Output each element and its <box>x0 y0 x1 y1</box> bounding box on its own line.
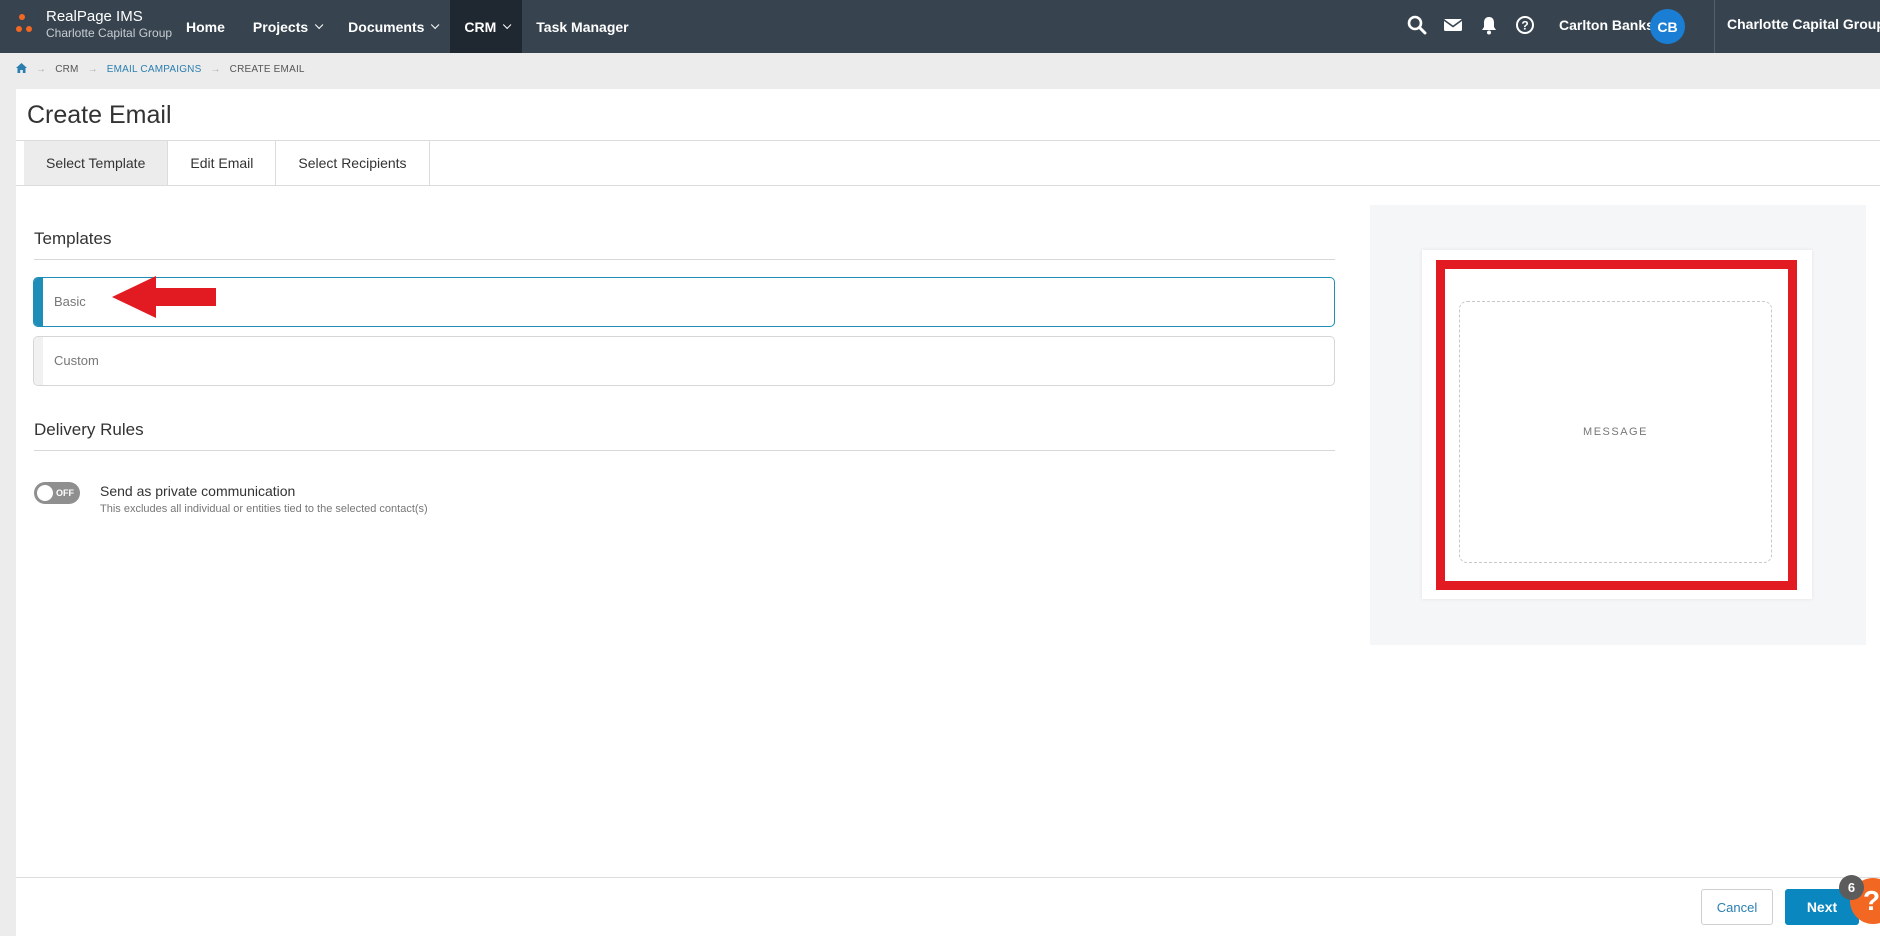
page-title: Create Email <box>27 101 172 129</box>
breadcrumb-separator-icon: → <box>210 64 221 75</box>
wizard-tabs: Select Template Edit Email Select Recipi… <box>24 141 430 185</box>
nav-crm[interactable]: CRM <box>450 0 523 53</box>
private-communication-toggle[interactable]: OFF <box>34 482 80 504</box>
brand-name: RealPage IMS <box>46 8 143 25</box>
content-panel: Create Email Select Template Edit Email … <box>16 89 1880 936</box>
breadcrumb-email-campaigns[interactable]: EMAIL CAMPAIGNS <box>107 64 202 75</box>
preview-message-label: MESSAGE <box>1583 426 1648 438</box>
selection-bar <box>34 278 43 326</box>
toggle-state: OFF <box>56 488 74 498</box>
help-badge: 6 <box>1839 875 1864 900</box>
nav-projects-label: Projects <box>252 18 309 35</box>
breadcrumb-separator-icon: → <box>36 64 47 75</box>
nav-crm-label: CRM <box>464 18 497 35</box>
breadcrumb: → CRM → EMAIL CAMPAIGNS → CREATE EMAIL <box>16 63 305 76</box>
preview-message-placeholder: MESSAGE <box>1459 301 1772 563</box>
home-icon[interactable] <box>16 63 27 76</box>
private-communication-label: Send as private communication <box>100 483 296 499</box>
chevron-down-icon <box>315 20 324 29</box>
template-basic[interactable]: Basic <box>33 277 1335 327</box>
brand-logo-icon <box>16 8 38 38</box>
tab-edit-email[interactable]: Edit Email <box>168 141 277 185</box>
annotation-arrow-icon <box>112 276 216 318</box>
divider <box>16 877 1880 878</box>
avatar[interactable]: CB <box>1650 9 1685 44</box>
svg-text:?: ? <box>1521 19 1528 33</box>
nav-documents[interactable]: Documents <box>334 0 450 53</box>
divider <box>34 450 1335 451</box>
template-basic-label: Basic <box>54 294 86 309</box>
cancel-button[interactable]: Cancel <box>1701 889 1773 925</box>
user-name[interactable]: Carlton Banks <box>1559 17 1654 33</box>
tab-select-recipients[interactable]: Select Recipients <box>276 141 430 185</box>
template-custom-label: Custom <box>54 353 99 368</box>
nav-projects[interactable]: Projects <box>239 0 334 53</box>
help-icon[interactable]: ? <box>1513 13 1537 37</box>
selection-bar <box>34 337 43 385</box>
breadcrumb-crm[interactable]: CRM <box>55 64 78 75</box>
nav-task-manager[interactable]: Task Manager <box>522 0 642 53</box>
main-nav: Home Projects Documents CRM Task Manager <box>172 0 643 53</box>
divider <box>1714 0 1715 53</box>
divider <box>34 259 1335 260</box>
toggle-knob <box>37 485 53 501</box>
chevron-down-icon <box>431 20 440 29</box>
org-label: Charlotte Capital Group <box>1727 16 1880 32</box>
search-icon[interactable] <box>1405 13 1429 37</box>
nav-home-label: Home <box>186 18 225 35</box>
chevron-down-icon <box>503 20 512 29</box>
mail-icon[interactable] <box>1441 13 1465 37</box>
question-icon: ? <box>1863 885 1880 916</box>
nav-home[interactable]: Home <box>172 0 239 53</box>
breadcrumb-separator-icon: → <box>87 64 98 75</box>
brand-subtitle: Charlotte Capital Group <box>46 26 173 40</box>
nav-task-manager-label: Task Manager <box>536 18 629 35</box>
org-switcher[interactable]: Charlotte Capital Group <box>1727 16 1880 32</box>
top-navbar: RealPage IMS Charlotte Capital Group Hom… <box>0 0 1880 53</box>
top-icons: ? <box>1405 13 1537 37</box>
divider <box>16 185 1880 186</box>
private-communication-description: This excludes all individual or entities… <box>100 503 428 515</box>
breadcrumb-create-email: CREATE EMAIL <box>229 64 305 75</box>
bell-icon[interactable] <box>1477 13 1501 37</box>
brand[interactable]: RealPage IMS Charlotte Capital Group <box>16 8 172 41</box>
template-custom[interactable]: Custom <box>33 336 1335 386</box>
tab-select-template[interactable]: Select Template <box>24 141 169 185</box>
delivery-rules-heading: Delivery Rules <box>34 420 144 439</box>
templates-heading: Templates <box>34 229 112 248</box>
nav-documents-label: Documents <box>348 18 425 35</box>
